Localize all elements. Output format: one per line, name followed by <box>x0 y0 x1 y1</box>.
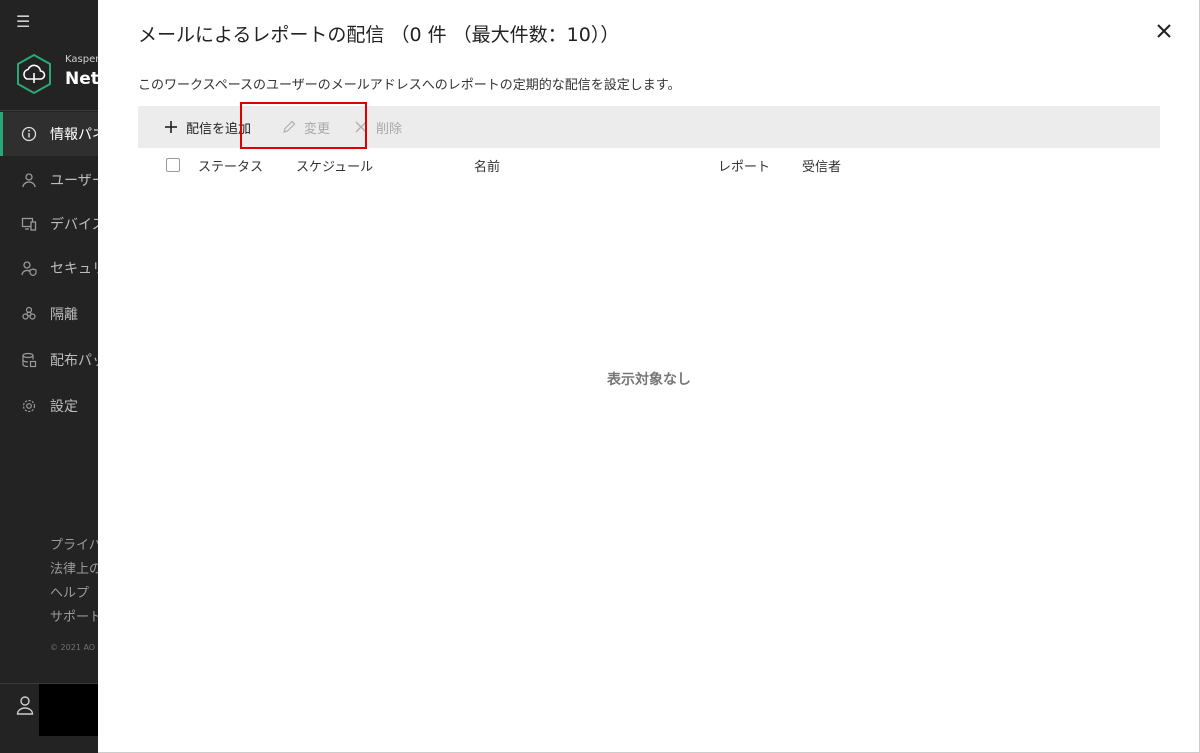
table-header: ステータス スケジュール 名前 レポート 受信者 <box>138 150 1160 178</box>
toolbar: 配信を追加 変更 削除 <box>138 106 1160 148</box>
sidebar: ☰ Kaspersky Network 情報パネル ユーザー デバイス セキュリ… <box>0 0 98 753</box>
edit-label: 変更 <box>304 121 331 137</box>
sidebar-item-security[interactable]: セキュリティ <box>0 246 98 290</box>
info-icon <box>20 125 38 143</box>
sidebar-item-label: 配布パッケージ <box>50 353 98 369</box>
user-icon <box>20 171 38 189</box>
edit-button[interactable]: 変更 <box>282 106 330 148</box>
column-header-status[interactable]: ステータス <box>198 156 263 175</box>
sidebar-item-label: デバイス <box>50 217 98 233</box>
footer-link-support[interactable]: サポート <box>50 606 98 625</box>
add-delivery-button[interactable]: 配信を追加 <box>164 106 251 148</box>
delete-x-icon <box>354 120 368 134</box>
sidebar-item-packages[interactable]: 配布パッケージ <box>0 338 98 382</box>
footer-link-legal[interactable]: 法律上の <box>50 558 98 577</box>
add-delivery-label: 配信を追加 <box>186 121 252 137</box>
account-icon[interactable] <box>16 695 34 715</box>
email-report-delivery-panel: メールによるレポートの配信 （0 件 （最大件数：10）） このワークスペースの… <box>98 0 1200 753</box>
plus-icon <box>164 120 178 134</box>
sidebar-item-label: 設定 <box>50 399 78 415</box>
footer-link-help[interactable]: ヘルプ <box>50 582 89 601</box>
package-icon <box>20 351 38 369</box>
sidebar-item-devices[interactable]: デバイス <box>0 202 98 246</box>
gear-icon <box>20 397 38 415</box>
biohazard-icon <box>20 305 38 323</box>
panel-title: メールによるレポートの配信 （0 件 （最大件数：10）） <box>138 24 620 46</box>
sidebar-item-quarantine[interactable]: 隔離 <box>0 292 98 336</box>
footer-link-privacy[interactable]: プライバシー <box>50 534 98 553</box>
sidebar-item-info-panel[interactable]: 情報パネル <box>0 112 98 156</box>
kaspersky-logo-icon <box>17 54 51 94</box>
hamburger-menu-icon[interactable]: ☰ <box>16 14 30 30</box>
sidebar-item-label: 情報パネル <box>50 127 98 143</box>
panel-description: このワークスペースのユーザーのメールアドレスへのレポートの定期的な配信を設定しま… <box>138 78 681 93</box>
redacted-user-name <box>39 684 98 736</box>
column-header-schedule[interactable]: スケジュール <box>296 156 373 175</box>
sidebar-divider <box>0 110 98 111</box>
brand-name-small: Kaspersky <box>65 54 98 65</box>
security-icon <box>20 259 38 277</box>
close-button[interactable] <box>1151 18 1177 44</box>
sidebar-item-users[interactable]: ユーザー <box>0 158 98 202</box>
delete-button[interactable]: 削除 <box>354 106 402 148</box>
empty-state-text: 表示対象なし <box>607 372 691 388</box>
select-all-checkbox[interactable] <box>166 158 180 172</box>
sidebar-item-label: セキュリティ <box>50 261 98 277</box>
sidebar-item-settings[interactable]: 設定 <box>0 384 98 428</box>
column-header-recipients[interactable]: 受信者 <box>802 156 841 175</box>
column-header-report[interactable]: レポート <box>718 156 770 175</box>
delete-label: 削除 <box>376 121 403 137</box>
sidebar-item-label: 隔離 <box>50 307 78 323</box>
brand-name-big: Network <box>65 69 98 89</box>
column-header-name[interactable]: 名前 <box>474 156 500 175</box>
copyright-text: © 2021 AO Kaspersky Lab <box>50 643 98 652</box>
device-icon <box>20 215 38 233</box>
pencil-icon <box>282 120 296 134</box>
close-icon <box>1157 24 1171 38</box>
sidebar-item-label: ユーザー <box>50 173 98 189</box>
